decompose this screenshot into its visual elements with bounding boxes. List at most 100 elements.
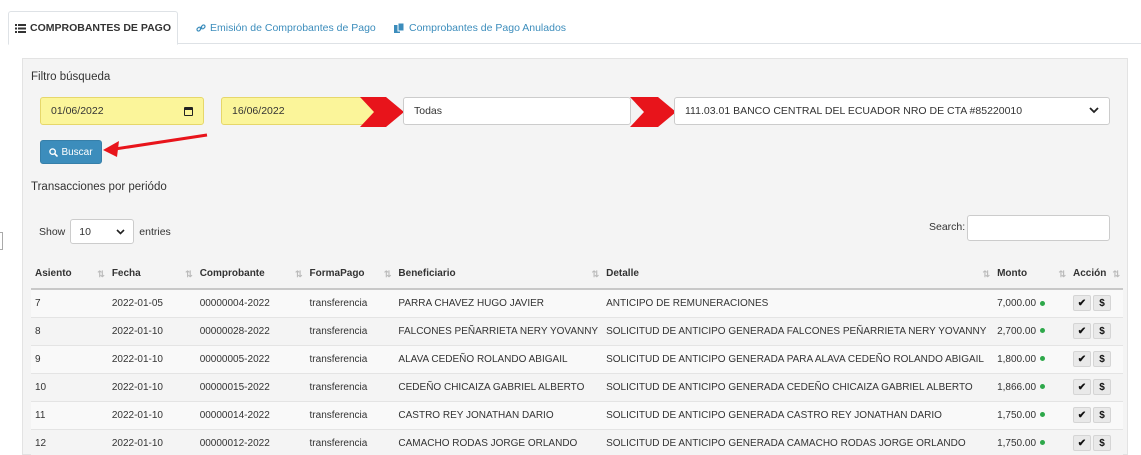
cell-detalle: SOLICITUD DE ANTICIPO GENERADA FALCONES … <box>602 317 994 346</box>
cell-formapago: transferencia <box>305 345 395 374</box>
copy-icon <box>394 22 405 33</box>
type-select-value: Todas <box>414 105 443 117</box>
cell-asiento: 9 <box>31 345 108 374</box>
column-header-beneficiario[interactable]: Beneficiario ⇅ <box>394 259 603 290</box>
cell-accion: ✔ $ <box>1068 345 1123 374</box>
sort-icon: ⇅ <box>185 269 192 279</box>
column-header-monto[interactable]: Monto ⇅ <box>993 259 1069 290</box>
search-button[interactable]: Buscar <box>40 140 102 164</box>
page-length-control: Show 10 entries <box>39 219 171 244</box>
check-icon[interactable]: ✔ <box>1072 435 1091 451</box>
column-header-accion[interactable]: Acción ⇅ <box>1068 259 1123 290</box>
dollar-icon[interactable]: $ <box>1092 351 1111 367</box>
date-from-input[interactable]: 01/06/2022 <box>40 97 204 125</box>
cell-fecha: 2022-01-10 <box>107 317 196 346</box>
collapse-handle[interactable] <box>0 232 3 250</box>
check-icon[interactable]: ✔ <box>1072 351 1091 367</box>
filter-panel: Filtro búsqueda 01/06/2022 16/06/2022 To… <box>22 58 1128 455</box>
cell-fecha: 2022-01-10 <box>107 373 196 402</box>
status-dot <box>1040 384 1046 390</box>
check-icon[interactable]: ✔ <box>1072 323 1091 339</box>
cell-asiento: 11 <box>31 401 108 430</box>
dollar-icon[interactable]: $ <box>1092 295 1111 312</box>
status-dot <box>1040 412 1046 418</box>
cell-comprobante: 00000014-2022 <box>195 401 306 430</box>
account-select[interactable]: 111.03.01 BANCO CENTRAL DEL ECUADOR NRO … <box>674 97 1110 125</box>
dollar-icon[interactable]: $ <box>1092 435 1111 451</box>
cell-formapago: transferencia <box>305 373 395 402</box>
calendar-icon[interactable] <box>184 106 193 116</box>
sort-icon: ⇅ <box>1058 269 1065 279</box>
column-header-comprobante[interactable]: Comprobante ⇅ <box>195 259 306 290</box>
show-label: Show <box>39 225 66 238</box>
date-to-input[interactable]: 16/06/2022 <box>221 97 377 125</box>
check-icon[interactable]: ✔ <box>1072 379 1091 395</box>
cell-formapago: transferencia <box>305 429 395 455</box>
cell-comprobante: 00000015-2022 <box>195 373 306 402</box>
cell-comprobante: 00000012-2022 <box>195 429 306 455</box>
cell-accion: ✔ $ <box>1068 401 1123 430</box>
cell-accion: ✔ $ <box>1068 429 1123 455</box>
cell-accion: ✔ $ <box>1068 289 1123 318</box>
status-dot <box>1040 356 1046 362</box>
cell-beneficiario: CEDEÑO CHICAIZA GABRIEL ALBERTO <box>394 373 603 402</box>
cell-monto: 1,750.00 <box>993 401 1069 430</box>
cell-detalle: ANTICIPO DE REMUNERACIONES <box>602 289 994 318</box>
date-to-value: 16/06/2022 <box>232 105 285 117</box>
tab-label: Emisión de Comprobantes de Pago <box>210 21 376 34</box>
check-icon[interactable]: ✔ <box>1072 407 1091 423</box>
list-icon <box>15 23 26 33</box>
table-header-row: Asiento ⇅ Fecha ⇅ Comprobante ⇅ FormaPago ⇅ … <box>31 259 1123 290</box>
cell-beneficiario: FALCONES PEÑARRIETA NERY YOVANNY <box>394 317 603 346</box>
status-dot <box>1040 440 1046 446</box>
column-header-detalle[interactable]: Detalle ⇅ <box>602 259 994 290</box>
sort-icon: ⇅ <box>383 269 391 279</box>
account-select-value: 111.03.01 BANCO CENTRAL DEL ECUADOR NRO … <box>685 105 1023 117</box>
cell-beneficiario: CASTRO REY JONATHAN DARIO <box>394 401 603 430</box>
cell-formapago: transferencia <box>305 289 395 318</box>
search-label: Search: <box>929 221 966 233</box>
cell-beneficiario: ALAVA CEDEÑO ROLANDO ABIGAIL <box>394 345 603 374</box>
entries-select[interactable]: 10 <box>70 219 135 244</box>
cell-comprobante: 00000028-2022 <box>195 317 306 346</box>
tab-comprobantes-de-pago[interactable]: COMPROBANTES DE PAGO <box>8 11 178 45</box>
tab-emision[interactable]: Emisión de Comprobantes de Pago <box>190 11 382 44</box>
tab-bar: COMPROBANTES DE PAGO Emisión de Comproba… <box>8 8 1141 45</box>
sort-icon: ⇅ <box>1112 269 1119 279</box>
type-select[interactable]: Todas <box>403 97 631 125</box>
status-dot <box>1040 328 1046 334</box>
sort-icon: ⇅ <box>591 269 599 279</box>
table-row: 7 2022-01-05 00000004-2022 transferencia… <box>31 289 1123 318</box>
cell-asiento: 12 <box>31 429 108 455</box>
cell-comprobante: 00000004-2022 <box>195 289 306 318</box>
table-search-input[interactable] <box>967 215 1110 241</box>
cell-beneficiario: CAMACHO RODAS JORGE ORLANDO <box>394 429 603 455</box>
check-icon[interactable]: ✔ <box>1072 295 1091 312</box>
cell-formapago: transferencia <box>305 401 395 430</box>
transactions-title: Transacciones por periódo <box>31 181 167 193</box>
column-header-asiento[interactable]: Asiento ⇅ <box>31 259 108 290</box>
column-header-formapago[interactable]: FormaPago ⇅ <box>305 259 395 290</box>
search-button-label: Buscar <box>61 146 93 158</box>
red-arrow-annotation <box>360 97 404 127</box>
filter-title: Filtro búsqueda <box>31 71 111 83</box>
date-from-value: 01/06/2022 <box>51 105 104 117</box>
column-header-fecha[interactable]: Fecha ⇅ <box>107 259 196 290</box>
link-icon <box>196 23 206 33</box>
cell-monto: 7,000.00 <box>993 289 1069 318</box>
entries-value: 10 <box>79 225 91 238</box>
table-row: 8 2022-01-10 00000028-2022 transferencia… <box>31 317 1123 346</box>
dollar-icon[interactable]: $ <box>1092 379 1111 395</box>
cell-accion: ✔ $ <box>1068 317 1123 346</box>
cell-fecha: 2022-01-10 <box>107 401 196 430</box>
dollar-icon[interactable]: $ <box>1092 323 1111 339</box>
search-icon <box>49 147 59 157</box>
cell-asiento: 8 <box>31 317 108 346</box>
table-row: 12 2022-01-10 00000012-2022 transferenci… <box>31 429 1123 455</box>
cell-fecha: 2022-01-10 <box>107 429 196 455</box>
tab-label: COMPROBANTES DE PAGO <box>30 22 171 34</box>
cell-detalle: SOLICITUD DE ANTICIPO GENERADA PARA ALAV… <box>602 345 994 374</box>
dollar-icon[interactable]: $ <box>1092 407 1111 423</box>
chevron-down-icon <box>116 226 125 238</box>
tab-anulados[interactable]: Comprobantes de Pago Anulados <box>388 11 572 44</box>
